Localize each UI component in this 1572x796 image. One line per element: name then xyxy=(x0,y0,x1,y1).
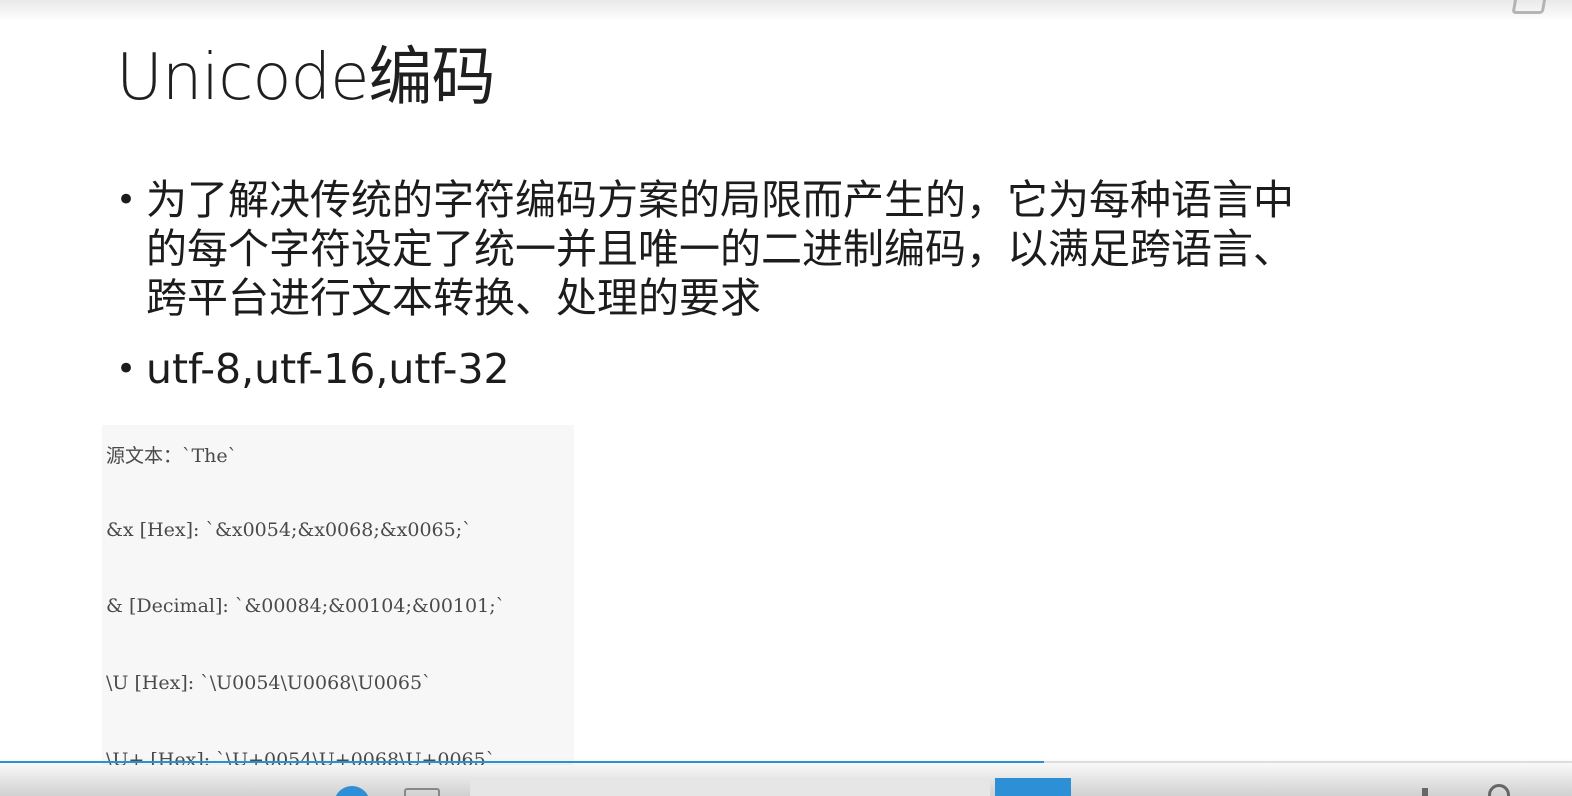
play-button[interactable] xyxy=(334,786,370,796)
code-line: &x [Hex]: `&x0054;&x0068;&x0065;` xyxy=(106,519,472,541)
top-fade xyxy=(0,0,1572,22)
bullet-line: 跨平台进行文本转换、处理的要求 xyxy=(146,274,761,322)
settings-icon[interactable] xyxy=(1488,784,1510,796)
bullet-line: utf-8,utf-16,utf-32 xyxy=(146,345,510,393)
progress-fill[interactable] xyxy=(0,761,1044,763)
code-line: \U [Hex]: `\U0054\U0068\U0065` xyxy=(106,672,432,694)
bullet-item: • 为了解决传统的字符编码方案的局限而产生的，它为每种语言中 的每个字符设定了统… xyxy=(112,176,1472,323)
comment-input[interactable] xyxy=(470,780,990,796)
subtitle-icon[interactable] xyxy=(404,788,440,796)
volume-icon[interactable] xyxy=(1422,788,1442,796)
code-line: & [Decimal]: `&00084;&00104;&00101;` xyxy=(106,595,506,617)
bullet-dot-icon: • xyxy=(116,349,137,389)
bullet-dot-icon: • xyxy=(116,180,137,220)
player-control-bar xyxy=(0,776,1572,796)
slide: Unicode编码 • 为了解决传统的字符编码方案的局限而产生的，它为每种语言中… xyxy=(0,0,1572,796)
bullet-line: 为了解决传统的字符编码方案的局限而产生的，它为每种语言中 xyxy=(146,176,1294,224)
brand-icon xyxy=(1511,0,1549,14)
send-button[interactable] xyxy=(995,778,1071,796)
bullet-list: • 为了解决传统的字符编码方案的局限而产生的，它为每种语言中 的每个字符设定了统… xyxy=(112,176,1472,416)
watermark-logo xyxy=(1511,0,1549,14)
bullet-item: • utf-8,utf-16,utf-32 xyxy=(112,345,1472,394)
code-line: 源文本：`The` xyxy=(106,445,238,467)
encoding-example-image: 源文本：`The` &x [Hex]: `&x0054;&x0068;&x006… xyxy=(102,425,574,765)
bullet-line: 的每个字符设定了统一并且唯一的二进制编码，以满足跨语言、 xyxy=(146,225,1294,273)
slide-title: Unicode编码 xyxy=(116,41,496,115)
